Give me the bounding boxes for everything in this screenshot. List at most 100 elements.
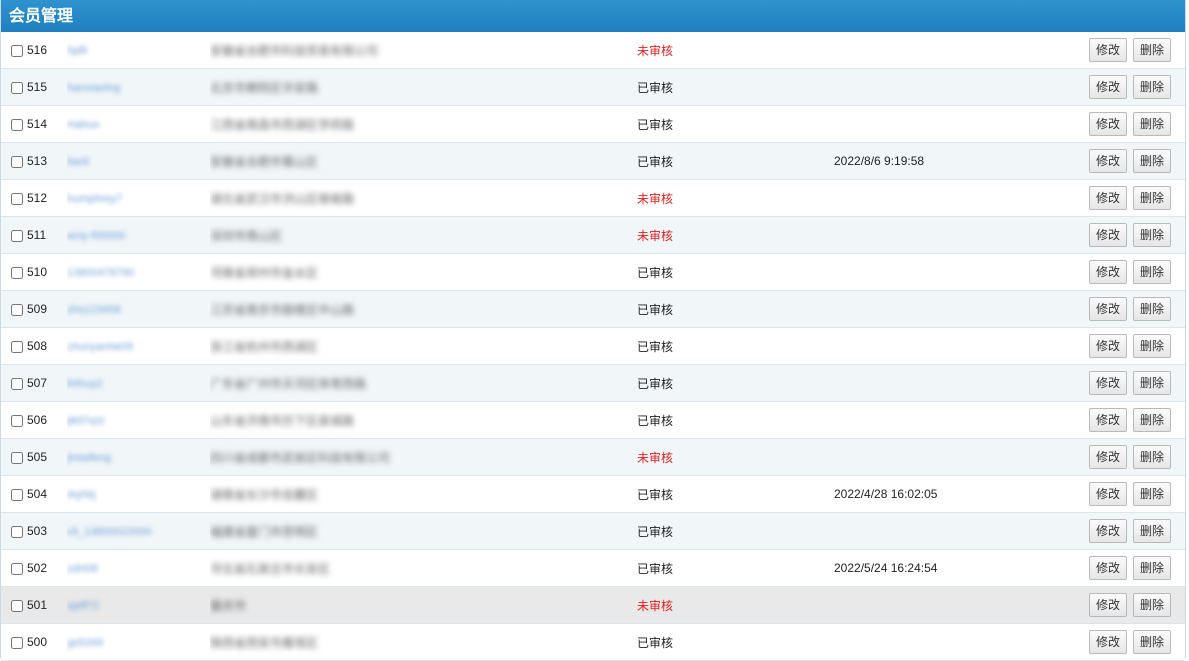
delete-button[interactable]: 删除: [1133, 297, 1171, 321]
delete-button[interactable]: 删除: [1133, 112, 1171, 136]
member-username-link[interactable]: humphrey7: [67, 193, 122, 205]
row-checkbox[interactable]: [11, 525, 23, 538]
delete-button[interactable]: 删除: [1133, 630, 1171, 654]
member-username-link[interactable]: Hahuo: [67, 119, 99, 131]
delete-button[interactable]: 删除: [1133, 556, 1171, 580]
table-row: 512 humphrey7 湖北省武汉市洪山区珞喻路 未审核 修改 删除: [1, 179, 1185, 217]
table-row: 516 hjdfi 安徽省合肥市科技贸易有限公司 未审核 修改 删除: [1, 32, 1185, 69]
row-checkbox[interactable]: [11, 266, 23, 279]
member-id: 506: [27, 401, 67, 439]
member-username-link[interactable]: hjdfi: [67, 45, 87, 57]
row-checkbox[interactable]: [11, 155, 23, 168]
edit-button[interactable]: 修改: [1089, 260, 1127, 284]
member-address: 安徽省合肥市蜀山区: [210, 154, 319, 169]
member-username-link[interactable]: amy-f00000: [67, 230, 125, 242]
member-username-link[interactable]: liaoli: [67, 156, 89, 168]
member-id: 502: [27, 549, 67, 587]
row-checkbox[interactable]: [11, 377, 23, 390]
member-username-link[interactable]: xjeff72: [67, 600, 99, 612]
member-address-cell: 江苏省南京市鼓楼区中山路: [210, 290, 637, 328]
edit-button[interactable]: 修改: [1089, 593, 1127, 617]
member-id: 516: [27, 32, 67, 69]
member-address-cell: 湖南省长沙市岳麓区: [210, 475, 637, 513]
row-checkbox[interactable]: [11, 44, 23, 57]
member-username-link[interactable]: chunyanhe09: [67, 341, 133, 353]
delete-button[interactable]: 删除: [1133, 371, 1171, 395]
edit-button[interactable]: 修改: [1089, 556, 1127, 580]
member-username-link[interactable]: rkyhkj: [67, 489, 96, 501]
edit-button[interactable]: 修改: [1089, 408, 1127, 432]
member-username-cell: jiktl7q1t: [67, 401, 210, 439]
edit-button[interactable]: 修改: [1089, 482, 1127, 506]
member-username-cell: rkyhkj: [67, 475, 210, 513]
edit-button[interactable]: 修改: [1089, 75, 1127, 99]
member-username-link[interactable]: lirthuy2: [67, 378, 102, 390]
edit-button[interactable]: 修改: [1089, 297, 1127, 321]
delete-button[interactable]: 删除: [1133, 408, 1171, 432]
delete-button[interactable]: 删除: [1133, 75, 1171, 99]
member-username-link[interactable]: zhs123456: [67, 304, 121, 316]
member-username-link[interactable]: jintaifeng: [67, 452, 111, 464]
member-username-link[interactable]: gs5349: [67, 637, 103, 649]
row-checkbox[interactable]: [11, 229, 23, 242]
table-row: 501 xjeff72 重庆市 未审核 修改 删除: [1, 586, 1185, 624]
member-username-link[interactable]: clt_13800022000: [67, 526, 151, 538]
delete-button[interactable]: 删除: [1133, 445, 1171, 469]
row-checkbox[interactable]: [11, 488, 23, 501]
edit-button[interactable]: 修改: [1089, 149, 1127, 173]
edit-button[interactable]: 修改: [1089, 519, 1127, 543]
page-title: 会员管理: [1, 0, 1185, 32]
delete-button[interactable]: 删除: [1133, 334, 1171, 358]
delete-button[interactable]: 删除: [1133, 149, 1171, 173]
row-select-cell: [1, 253, 27, 291]
member-address-cell: 四川省成都市武侯区科技有限公司: [210, 438, 637, 476]
row-select-cell: [1, 549, 27, 587]
row-checkbox[interactable]: [11, 192, 23, 205]
edit-button[interactable]: 修改: [1089, 223, 1127, 247]
delete-button[interactable]: 删除: [1133, 593, 1171, 617]
member-address-cell: 安徽省合肥市蜀山区: [210, 142, 637, 180]
member-username-cell: humphrey7: [67, 179, 210, 217]
edit-button[interactable]: 修改: [1089, 186, 1127, 210]
member-username-cell: lirthuy2: [67, 364, 210, 402]
review-status-cell: 已审核: [637, 142, 834, 180]
row-checkbox[interactable]: [11, 303, 23, 316]
delete-button[interactable]: 删除: [1133, 38, 1171, 62]
delete-button[interactable]: 删除: [1133, 223, 1171, 247]
row-actions: 修改 删除: [1074, 401, 1185, 439]
member-address: 江西省南昌市西湖区学府路: [210, 117, 355, 132]
member-address: 深圳市南山区: [210, 228, 283, 243]
table-row: 505 jintaifeng 四川省成都市武侯区科技有限公司 未审核 修改 删除: [1, 438, 1185, 476]
member-username-cell: 13800478790: [67, 253, 210, 291]
row-select-cell: [1, 475, 27, 513]
delete-button[interactable]: 删除: [1133, 260, 1171, 284]
row-checkbox[interactable]: [11, 81, 23, 94]
delete-button[interactable]: 删除: [1133, 482, 1171, 506]
member-address: 河南省郑州市金水区: [210, 265, 319, 280]
member-username-link[interactable]: zdrt08: [67, 563, 98, 575]
row-checkbox[interactable]: [11, 599, 23, 612]
row-checkbox[interactable]: [11, 562, 23, 575]
row-checkbox[interactable]: [11, 340, 23, 353]
member-username-link[interactable]: jiktl7q1t: [67, 415, 104, 427]
review-status: 未审核: [637, 43, 674, 58]
member-id: 504: [27, 475, 67, 513]
edit-button[interactable]: 修改: [1089, 38, 1127, 62]
member-username-link[interactable]: hanxiaolog: [67, 82, 120, 94]
edit-button[interactable]: 修改: [1089, 371, 1127, 395]
delete-button[interactable]: 删除: [1133, 519, 1171, 543]
edit-button[interactable]: 修改: [1089, 334, 1127, 358]
row-checkbox[interactable]: [11, 414, 23, 427]
review-status: 未审核: [637, 598, 674, 613]
edit-button[interactable]: 修改: [1089, 630, 1127, 654]
member-username-link[interactable]: 13800478790: [67, 267, 134, 279]
edit-button[interactable]: 修改: [1089, 112, 1127, 136]
edit-button[interactable]: 修改: [1089, 445, 1127, 469]
member-username-cell: chunyanhe09: [67, 327, 210, 365]
table-row: 511 amy-f00000 深圳市南山区 未审核 修改 删除: [1, 216, 1185, 254]
delete-button[interactable]: 删除: [1133, 186, 1171, 210]
row-checkbox[interactable]: [11, 118, 23, 131]
row-checkbox[interactable]: [11, 636, 23, 649]
row-checkbox[interactable]: [11, 451, 23, 464]
member-id: 507: [27, 364, 67, 402]
